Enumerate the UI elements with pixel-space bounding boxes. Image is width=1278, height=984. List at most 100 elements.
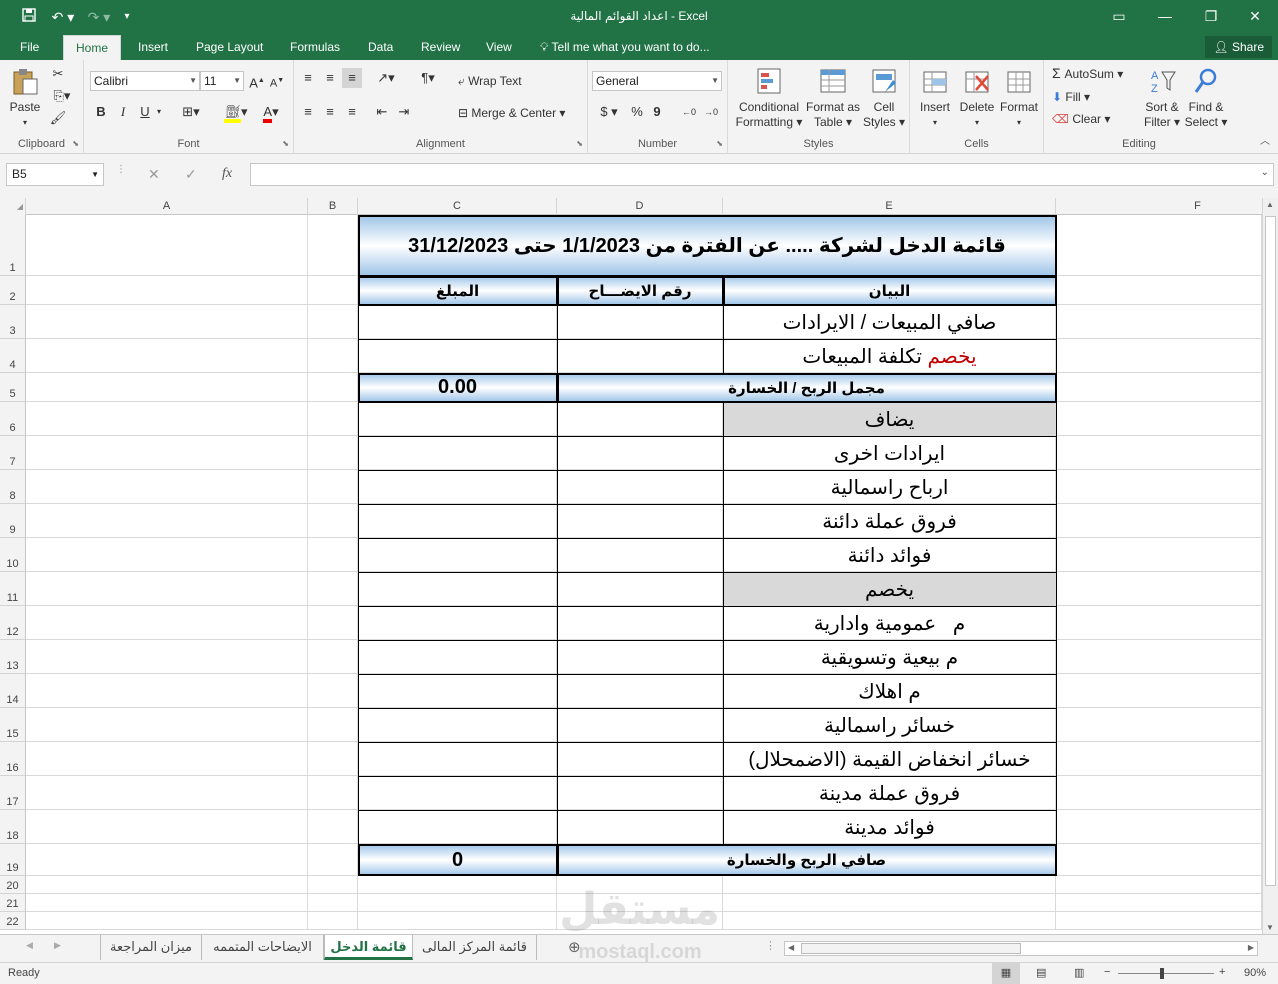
sheet-tab-income-statement[interactable]: قائمة الدخل (324, 935, 413, 960)
worksheet-grid[interactable]: ◢ A B C D E F 1 2 3 4 5 6 7 8 9 10 11 12 13 14 15 16 17 1… (0, 198, 1262, 934)
horizontal-scroll-thumb[interactable] (801, 943, 1021, 954)
tab-view[interactable]: View (486, 39, 512, 60)
collapse-ribbon-icon[interactable]: ︿ (1260, 132, 1270, 147)
tab-review[interactable]: Review (421, 39, 460, 60)
middle-align-icon[interactable]: ≡ (320, 68, 340, 88)
zoom-in-icon[interactable]: + (1219, 966, 1225, 978)
increase-indent-icon[interactable]: ⇥ (394, 102, 414, 122)
decrease-font-icon[interactable]: A▼ (268, 71, 286, 91)
format-painter-icon[interactable]: 🖌︎ (48, 108, 68, 128)
format-cells-button[interactable]: Format ▾ (998, 66, 1040, 130)
tab-data[interactable]: Data (368, 39, 393, 60)
vertical-scroll-thumb[interactable] (1265, 216, 1276, 886)
decrease-decimal-icon[interactable]: →0 (702, 102, 720, 122)
percent-icon[interactable]: % (628, 102, 646, 122)
scroll-left-icon[interactable]: ◀ (788, 943, 794, 952)
paste-button[interactable]: Paste ▾ (6, 66, 44, 130)
close-button[interactable]: ✕ (1240, 4, 1270, 28)
row-header[interactable]: 7 (0, 436, 26, 470)
fill-button[interactable]: ⬇ Fill ▾ (1052, 90, 1090, 104)
tab-page-layout[interactable]: Page Layout (196, 39, 263, 60)
vertical-scrollbar[interactable]: ▲ ▼ (1262, 198, 1278, 934)
row-header[interactable]: 18 (0, 810, 26, 844)
row-header[interactable]: 13 (0, 640, 26, 674)
sheet-tab-financial-position[interactable]: قائمة المركز المالى (413, 935, 537, 960)
clipboard-launcher-icon[interactable]: ⬊ (72, 139, 79, 148)
borders-icon[interactable]: ⊞▾ (176, 102, 206, 122)
row-header[interactable]: 21 (0, 894, 26, 912)
row-header[interactable]: 6 (0, 402, 26, 436)
number-format-combo[interactable]: General ▼ (592, 71, 722, 91)
row-header[interactable]: 4 (0, 339, 26, 373)
increase-font-icon[interactable]: A▲ (248, 71, 266, 91)
expand-formula-icon[interactable]: ⌄ (1261, 167, 1269, 178)
row-header[interactable]: 17 (0, 776, 26, 810)
delete-cells-button[interactable]: Delete ▾ (956, 66, 998, 130)
tab-formulas[interactable]: Formulas (290, 39, 340, 60)
bottom-align-icon[interactable]: ≡ (342, 68, 362, 88)
column-header-e[interactable]: E (723, 198, 1056, 215)
horizontal-scrollbar[interactable]: ◀ ▶ (784, 941, 1258, 956)
autosum-button[interactable]: Σ AutoSum ▾ (1052, 66, 1123, 81)
column-header-a[interactable]: A (26, 198, 308, 215)
row-header[interactable]: 22 (0, 912, 26, 930)
font-size-combo[interactable]: 11 ▼ (200, 71, 244, 91)
tell-me-box[interactable]: 💡︎ Tell me what you want to do... (540, 39, 710, 60)
cut-icon[interactable]: ✂ (48, 64, 68, 84)
column-header-c[interactable]: C (358, 198, 557, 215)
font-launcher-icon[interactable]: ⬊ (282, 139, 289, 148)
formula-input[interactable]: ⌄ (250, 163, 1274, 186)
align-left-icon[interactable]: ≡ (298, 102, 318, 122)
zoom-level[interactable]: 90% (1244, 967, 1266, 979)
prev-sheet-icon[interactable]: ◀ (26, 940, 33, 951)
chevron-down-icon[interactable]: ▾ (154, 102, 164, 122)
zoom-slider-handle[interactable] (1160, 968, 1164, 979)
normal-view-icon[interactable]: ▦ (992, 963, 1020, 984)
row-header[interactable]: 1 (0, 215, 26, 276)
scroll-down-icon[interactable]: ▼ (1266, 923, 1274, 932)
merge-center-button[interactable]: ⊟ Merge & Center ▾ (458, 106, 565, 120)
font-color-icon[interactable]: A▾ (256, 102, 286, 123)
row-header[interactable]: 20 (0, 876, 26, 894)
text-direction-icon[interactable]: ¶▾ (414, 68, 442, 88)
alignment-launcher-icon[interactable]: ⬊ (576, 139, 583, 148)
align-right-icon[interactable]: ≡ (342, 102, 362, 122)
tab-split-handle[interactable]: ⋮ (765, 939, 776, 952)
tab-home[interactable]: Home (63, 35, 122, 60)
conditional-formatting-button[interactable]: Conditional Formatting ▾ (734, 66, 804, 130)
next-sheet-icon[interactable]: ▶ (54, 940, 61, 951)
enter-icon[interactable]: ✓ (185, 166, 197, 183)
sheet-tab-trial-balance[interactable]: ميزان المراجعة (100, 935, 202, 960)
wrap-text-button[interactable]: ⤶ Wrap Text (458, 74, 522, 88)
row-header[interactable]: 11 (0, 572, 26, 606)
row-header[interactable]: 5 (0, 373, 26, 402)
row-header[interactable]: 19 (0, 844, 26, 876)
find-select-button[interactable]: Find & Select ▾ (1184, 66, 1228, 130)
currency-icon[interactable]: $ ▾ (596, 102, 622, 122)
bold-button[interactable]: B (92, 102, 110, 122)
page-break-view-icon[interactable]: ▥ (1074, 966, 1084, 979)
align-center-icon[interactable]: ≡ (320, 102, 340, 122)
row-header[interactable]: 14 (0, 674, 26, 708)
column-header-d[interactable]: D (557, 198, 723, 215)
tab-file[interactable]: File (20, 39, 39, 60)
cell-styles-button[interactable]: Cell Styles ▾ (862, 66, 906, 130)
number-launcher-icon[interactable]: ⬊ (716, 139, 723, 148)
row-header[interactable]: 8 (0, 470, 26, 504)
italic-button[interactable]: I (114, 102, 132, 122)
zoom-slider[interactable] (1118, 973, 1214, 974)
fill-color-icon[interactable]: ⛽︎▾ (220, 102, 252, 123)
decrease-indent-icon[interactable]: ⇤ (372, 102, 392, 122)
copy-icon[interactable]: ⎘▾ (48, 86, 76, 106)
row-header[interactable]: 16 (0, 742, 26, 776)
row-header[interactable]: 2 (0, 276, 26, 305)
increase-decimal-icon[interactable]: ←0 (680, 102, 698, 122)
comma-style-icon[interactable]: 9 (650, 102, 664, 122)
underline-button[interactable]: U (136, 102, 154, 122)
orientation-icon[interactable]: ↗▾ (372, 68, 400, 88)
sheet-tab-notes[interactable]: الايضاحات المتممه (202, 935, 324, 960)
row-header[interactable]: 15 (0, 708, 26, 742)
sort-filter-button[interactable]: AZ Sort & Filter ▾ (1140, 66, 1184, 130)
scroll-up-icon[interactable]: ▲ (1266, 200, 1274, 209)
font-name-combo[interactable]: Calibri ▼ (90, 71, 200, 91)
